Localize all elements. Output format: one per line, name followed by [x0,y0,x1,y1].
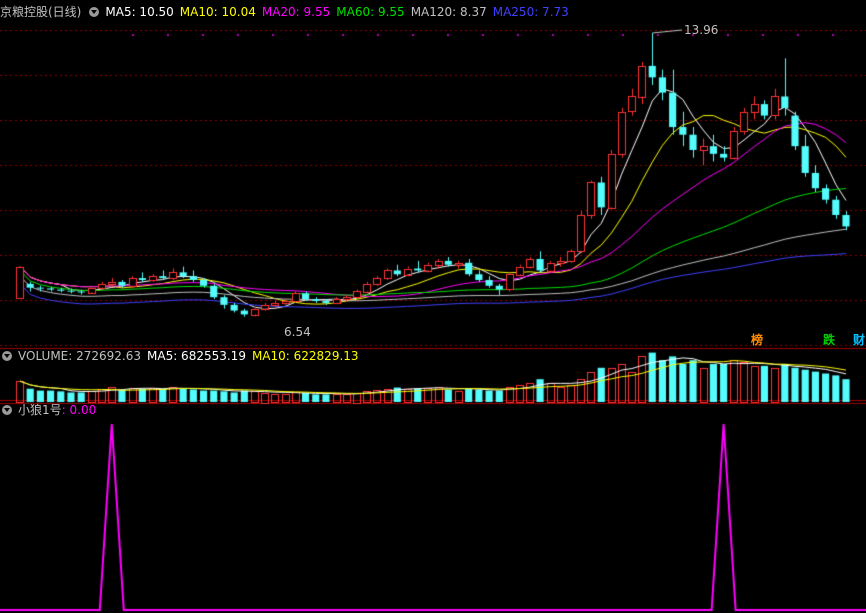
volume-label: VOLUME: 272692.63 [18,349,141,363]
dropdown-icon[interactable] [2,351,12,361]
stock-chart-canvas [0,0,866,613]
ma5-label: MA5: 10.50 [105,5,174,19]
volume-panel-header: VOLUME: 272692.63 MA5: 682553.19 MA10: 622… [0,348,365,364]
indicator-value: : 0.00 [61,403,97,417]
tag-die[interactable]: 跌 [822,333,836,347]
tag-bang[interactable]: 榜 [750,333,764,347]
ma10-label: MA10: 10.04 [179,5,256,19]
ma120-label: MA120: 8.37 [410,5,487,19]
low-price-label: 6.54 [284,325,311,339]
ma60-label: MA60: 9.55 [336,5,405,19]
volume-ma5-label: MA5: 682553.19 [147,349,246,363]
dropdown-icon[interactable] [89,7,100,17]
price-panel-header: 京粮控股(日线) MA5: 10.50 MA10: 10.04 MA20: 9.55 M… [0,4,575,20]
stock-title: 京粮控股(日线) [0,5,82,19]
ma20-label: MA20: 9.55 [261,5,331,19]
tag-cai[interactable]: 财 [852,333,866,347]
indicator-label: 小狼1号 [18,403,62,417]
ma250-label: MA250: 7.73 [492,5,569,19]
dropdown-icon[interactable] [2,405,12,415]
indicator-panel-header: 小狼1号: 0.00 [0,402,102,418]
high-price-label: 13.96 [684,23,719,37]
volume-ma10-label: MA10: 622829.13 [251,349,359,363]
